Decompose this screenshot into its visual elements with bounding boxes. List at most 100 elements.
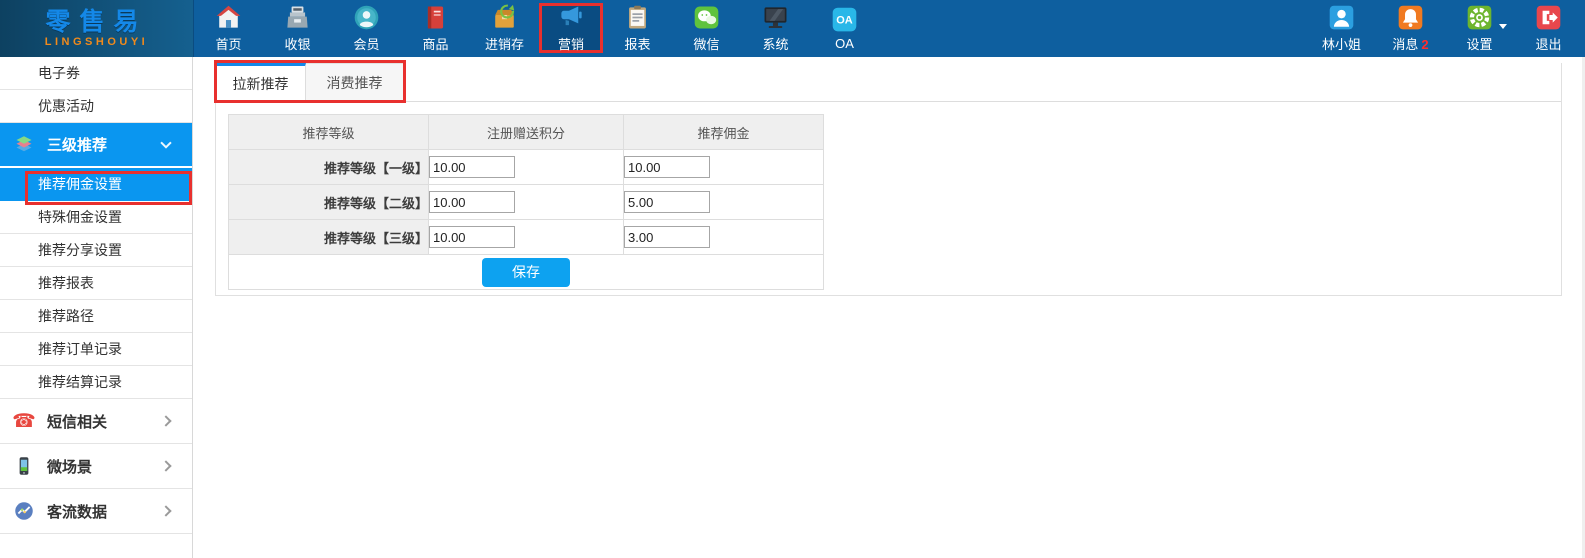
sidebar-item-e-coupon[interactable]: 电子券 [0, 57, 192, 90]
column-header-level: 推荐等级 [229, 115, 429, 150]
table-row: 推荐等级【一级】 [229, 150, 824, 185]
nav-item-marketing[interactable]: 营销 [539, 3, 603, 53]
sidebar-group-label: 微场景 [47, 456, 92, 477]
nav-item-wechat[interactable]: 微信 [672, 0, 741, 57]
logout-icon [1535, 4, 1562, 31]
nav-item-member[interactable]: 会员 [332, 0, 401, 57]
column-header-register-points: 注册赠送积分 [429, 115, 624, 150]
chevron-right-icon [160, 460, 171, 471]
table-row: 推荐等级【三级】 [229, 220, 824, 255]
sidebar-group-three-level-referral[interactable]: 三级推荐 [0, 123, 192, 168]
nav-label: 收银 [284, 34, 310, 53]
sidebar-item-referral-report[interactable]: 推荐报表 [0, 267, 192, 300]
tab-new-user-referral[interactable]: 拉新推荐 [216, 63, 306, 102]
sidebar-group-micro-scene[interactable]: 微场景 [0, 444, 192, 489]
nav-item-system[interactable]: 系统 [741, 0, 810, 57]
main-nav: 首页 收银 会员 商品 进销存 营销 [194, 0, 879, 57]
nav-label: 会员 [353, 34, 379, 53]
commission-settings-table: 推荐等级 注册赠送积分 推荐佣金 推荐等级【一级】 推荐等级【二级】 推荐等级【… [228, 114, 824, 290]
phone-icon: ☎ [13, 410, 35, 433]
top-navigation-bar: 零售易 LINGSHOUYI 首页 收银 会员 商品 进销存 [0, 0, 1585, 57]
logo-subtitle: LINGSHOUYI [45, 36, 148, 48]
commission-input-level-2[interactable] [624, 191, 710, 213]
user-nav: 林小姐 消息2 设置 退出 [1307, 0, 1585, 57]
sidebar-item-referral-commission-settings[interactable]: 推荐佣金设置 [0, 168, 192, 201]
nav-label: 系统 [762, 34, 788, 53]
nav-item-settings[interactable]: 设置 [1445, 0, 1514, 57]
row-label-level-2: 推荐等级【二级】 [229, 185, 429, 220]
cell-commission [624, 220, 824, 255]
save-button[interactable]: 保存 [482, 258, 570, 287]
layers-icon [13, 135, 35, 155]
chevron-right-icon [160, 415, 171, 426]
tab-bar: 拉新推荐 消费推荐 [216, 63, 1561, 102]
register-points-input-level-1[interactable] [429, 156, 515, 178]
sidebar-group-label: 客流数据 [47, 501, 107, 522]
sidebar-item-referral-order-records[interactable]: 推荐订单记录 [0, 333, 192, 366]
message-bell-icon [1397, 4, 1424, 31]
commission-input-level-3[interactable] [624, 226, 710, 248]
chevron-down-icon [160, 137, 171, 148]
nav-label: 进销存 [485, 34, 524, 53]
sidebar-group-sms[interactable]: ☎ 短信相关 [0, 399, 192, 444]
logo-title: 零售易 [45, 9, 147, 35]
product-book-icon [422, 4, 449, 31]
nav-item-inventory[interactable]: 进销存 [470, 0, 539, 57]
traffic-analytics-icon [13, 501, 35, 521]
nav-label: 营销 [558, 34, 584, 53]
nav-label: OA [835, 36, 854, 51]
row-label-level-3: 推荐等级【三级】 [229, 220, 429, 255]
mobile-phone-icon [13, 456, 35, 476]
user-name: 林小姐 [1322, 34, 1361, 53]
nav-item-home[interactable]: 首页 [194, 0, 263, 57]
nav-label: 退出 [1535, 34, 1561, 53]
cell-commission [624, 185, 824, 220]
register-points-input-level-3[interactable] [429, 226, 515, 248]
save-cell: 保存 [229, 255, 824, 290]
app-window: 零售易 LINGSHOUYI 首页 收银 会员 商品 进销存 [0, 0, 1585, 558]
system-monitor-icon [762, 4, 789, 31]
commission-input-level-1[interactable] [624, 156, 710, 178]
messages-label: 消息 [1392, 34, 1418, 53]
inventory-box-icon [491, 4, 518, 31]
svg-text:OA: OA [836, 15, 853, 27]
nav-item-oa[interactable]: OA OA [810, 0, 879, 57]
sidebar-group-label: 短信相关 [47, 411, 107, 432]
nav-label: 设置 [1466, 34, 1492, 53]
sidebar-item-referral-settlement-records[interactable]: 推荐结算记录 [0, 366, 192, 399]
marketing-megaphone-icon [558, 4, 585, 31]
member-person-icon [353, 4, 380, 31]
wechat-icon [693, 4, 720, 31]
oa-icon: OA [831, 6, 858, 33]
settings-gear-icon [1466, 4, 1493, 31]
commission-settings-table-wrap: 推荐等级 注册赠送积分 推荐佣金 推荐等级【一级】 推荐等级【二级】 推荐等级【… [228, 114, 1561, 290]
message-count-badge: 2 [1421, 37, 1428, 52]
table-footer-row: 保存 [229, 255, 824, 290]
nav-item-cashier[interactable]: 收银 [263, 0, 332, 57]
row-label-level-1: 推荐等级【一级】 [229, 150, 429, 185]
nav-item-product[interactable]: 商品 [401, 0, 470, 57]
sidebar-item-referral-path[interactable]: 推荐路径 [0, 300, 192, 333]
nav-label: 商品 [422, 34, 448, 53]
nav-item-logout[interactable]: 退出 [1514, 0, 1583, 57]
nav-item-messages[interactable]: 消息2 [1376, 0, 1445, 57]
content-panel: 拉新推荐 消费推荐 推荐等级 注册赠送积分 推荐佣金 推荐等级【一级】 推荐等级… [215, 63, 1562, 296]
sidebar-group-customer-traffic[interactable]: 客流数据 [0, 489, 192, 534]
app-logo[interactable]: 零售易 LINGSHOUYI [0, 0, 194, 57]
sidebar-item-referral-share-settings[interactable]: 推荐分享设置 [0, 234, 192, 267]
cell-register-points [429, 150, 624, 185]
cell-register-points [429, 220, 624, 255]
sidebar-item-special-commission-settings[interactable]: 特殊佣金设置 [0, 201, 192, 234]
table-row: 推荐等级【二级】 [229, 185, 824, 220]
report-clipboard-icon [624, 4, 651, 31]
sidebar-item-promotions[interactable]: 优惠活动 [0, 90, 192, 123]
chevron-down-icon [1499, 24, 1507, 29]
cell-register-points [429, 185, 624, 220]
chevron-right-icon [160, 505, 171, 516]
nav-item-reports[interactable]: 报表 [603, 0, 672, 57]
nav-label: 微信 [693, 34, 719, 53]
register-points-input-level-2[interactable] [429, 191, 515, 213]
nav-item-user-profile[interactable]: 林小姐 [1307, 0, 1376, 57]
column-header-commission: 推荐佣金 [624, 115, 824, 150]
tab-consumption-referral[interactable]: 消费推荐 [306, 63, 404, 101]
